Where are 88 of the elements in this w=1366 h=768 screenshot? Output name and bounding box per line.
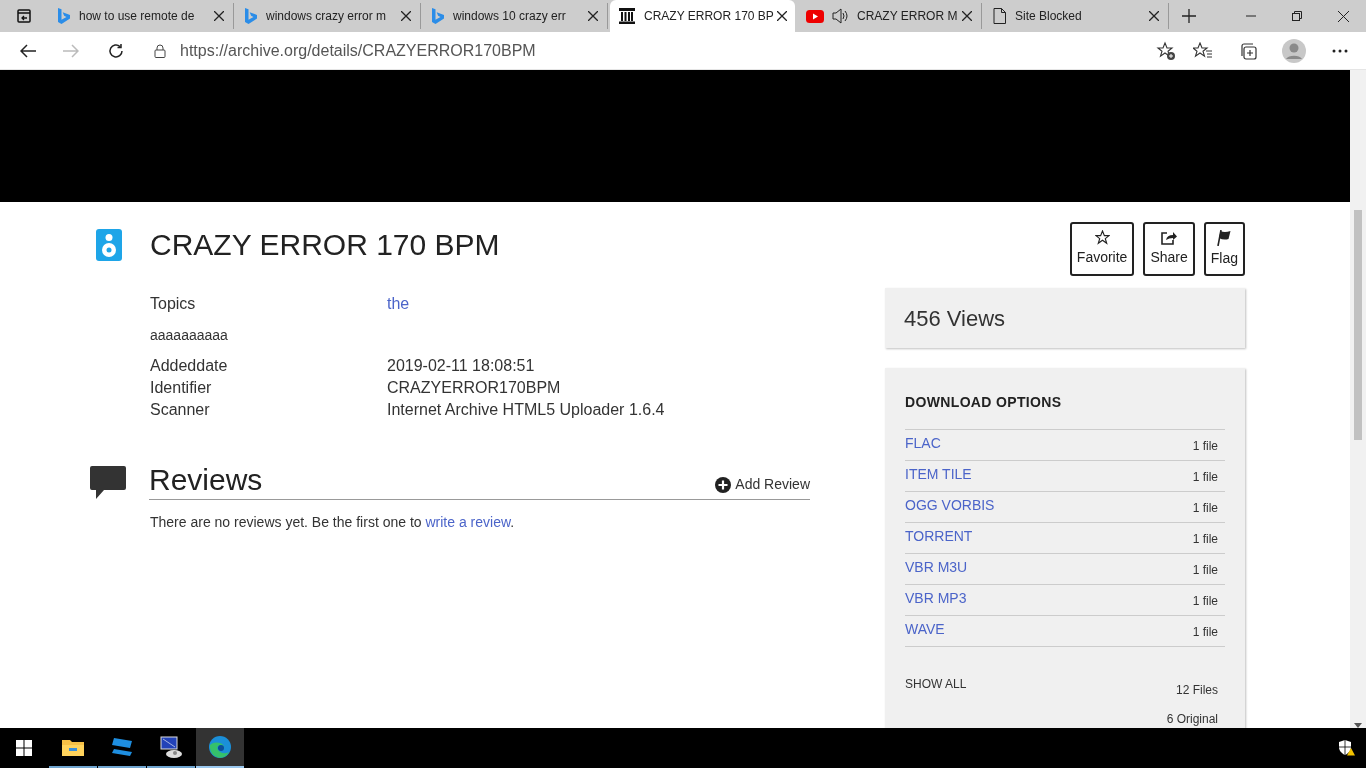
add-favorite-icon[interactable] — [1156, 40, 1176, 61]
archive-logo-icon — [619, 8, 635, 24]
no-reviews-text: There are no reviews yet. Be the first one to write a review. — [150, 513, 516, 532]
topic-link[interactable]: the — [387, 293, 410, 315]
download-format-link[interactable]: TORRENT — [905, 526, 973, 547]
tab-title: Site Blocked — [1015, 8, 1082, 25]
refresh-icon[interactable] — [108, 42, 124, 59]
tab-actions-icon[interactable] — [17, 9, 31, 23]
file-count: 1 file — [1192, 438, 1218, 455]
browser-tab[interactable]: windows 10 crazy err — [423, 3, 608, 29]
star-icon — [1094, 230, 1110, 245]
show-all-link[interactable]: SHOW ALL — [905, 675, 967, 728]
close-tab-icon[interactable] — [588, 11, 598, 21]
restore-icon[interactable] — [1292, 11, 1302, 21]
file-total: 12 Files — [1175, 682, 1218, 699]
bing-logo-icon — [58, 8, 70, 24]
download-format-link[interactable]: VBR MP3 — [905, 588, 967, 609]
close-tab-icon[interactable] — [214, 11, 224, 21]
download-format-link[interactable]: OGG VORBIS — [905, 495, 995, 516]
file-count: 1 file — [1192, 562, 1218, 579]
browser-tab[interactable]: Site Blocked — [984, 3, 1169, 29]
new-tab-icon[interactable] — [1182, 9, 1196, 23]
back-icon[interactable] — [20, 43, 36, 58]
browser-tab[interactable]: CRAZY ERROR 170 BP — [610, 0, 795, 32]
views-count: 456 Views — [904, 304, 1006, 333]
original-count: 6 Original — [1166, 711, 1218, 728]
video-logo-icon — [806, 9, 824, 23]
metadata-value: 2019-02-11 18:08:51 — [387, 356, 535, 376]
action-button[interactable]: Share — [1143, 222, 1195, 276]
download-format-link[interactable]: WAVE — [905, 619, 945, 640]
metadata-label: Scanner — [150, 400, 211, 420]
metadata-label: Topics — [150, 294, 197, 314]
file-count: 1 file — [1192, 469, 1218, 486]
file-count: 1 file — [1192, 593, 1218, 610]
blocks-app-icon — [111, 737, 133, 757]
action-button[interactable]: Flag — [1203, 222, 1245, 276]
bing-logo-icon — [432, 8, 444, 24]
more-icon[interactable] — [1332, 48, 1348, 53]
browser-tab[interactable]: how to use remote de — [49, 3, 234, 29]
scrollbar-thumb[interactable] — [1354, 210, 1362, 440]
browser-tab[interactable]: CRAZY ERROR M — [797, 3, 982, 29]
bing-logo-icon — [245, 8, 257, 24]
tab-title: windows crazy error m — [266, 8, 387, 25]
speech-bubble-icon — [90, 466, 126, 500]
download-format-link[interactable]: FLAC — [905, 433, 941, 454]
close-icon[interactable] — [1337, 10, 1349, 22]
reviews-heading: Reviews — [149, 465, 263, 495]
remote-desktop-icon — [159, 735, 183, 759]
action-button[interactable]: Favorite — [1069, 222, 1135, 276]
tab-title: CRAZY ERROR M — [857, 8, 958, 25]
lock-icon[interactable] — [154, 43, 166, 58]
page-icon — [993, 8, 1006, 24]
tab-title: CRAZY ERROR 170 BP — [644, 8, 774, 25]
close-tab-icon[interactable] — [962, 11, 972, 21]
metadata-label: Identifier — [150, 378, 213, 398]
file-count: 1 file — [1192, 624, 1218, 641]
plus-circle-icon — [715, 476, 732, 493]
description-text: aaaaaaaaaa — [150, 326, 228, 345]
close-tab-icon[interactable] — [1149, 11, 1159, 21]
item-title: CRAZY ERROR 170 BPM — [150, 227, 500, 263]
file-count: 1 file — [1192, 500, 1218, 517]
add-review-link[interactable]: Add Review — [715, 474, 810, 495]
metadata-label: Addeddate — [150, 356, 229, 376]
folder-icon — [62, 738, 84, 756]
metadata-value: Internet Archive HTML5 Uploader 1.6.4 — [387, 400, 665, 420]
tab-title: windows 10 crazy err — [453, 8, 566, 25]
download-options-heading: DOWNLOAD OPTIONS — [905, 393, 1063, 412]
tab-title: how to use remote de — [79, 8, 195, 25]
download-format-link[interactable]: ITEM TILE — [905, 464, 972, 485]
profile-avatar-icon[interactable] — [1282, 38, 1306, 63]
file-count: 1 file — [1192, 531, 1218, 548]
close-tab-icon[interactable] — [401, 11, 411, 21]
flag-icon — [1217, 229, 1232, 246]
collections-icon[interactable] — [1239, 41, 1257, 60]
download-format-link[interactable]: VBR M3U — [905, 557, 968, 578]
share-icon — [1161, 230, 1178, 245]
url-text: https://archive.org/details/CRAZYERROR170BPM — [180, 40, 536, 61]
favorites-icon[interactable] — [1193, 41, 1213, 60]
security-warning-icon[interactable] — [1338, 740, 1356, 756]
start-icon[interactable] — [16, 740, 32, 756]
taskbar-button[interactable] — [196, 728, 244, 768]
close-tab-icon[interactable] — [776, 11, 787, 21]
speaker-icon[interactable] — [832, 8, 848, 24]
speaker-icon — [96, 228, 122, 261]
browser-tab[interactable]: windows crazy error m — [236, 3, 421, 29]
edge-browser-icon — [208, 735, 232, 759]
metadata-value: CRAZYERROR170BPM — [387, 378, 561, 398]
scrollbar[interactable] — [1350, 70, 1366, 728]
